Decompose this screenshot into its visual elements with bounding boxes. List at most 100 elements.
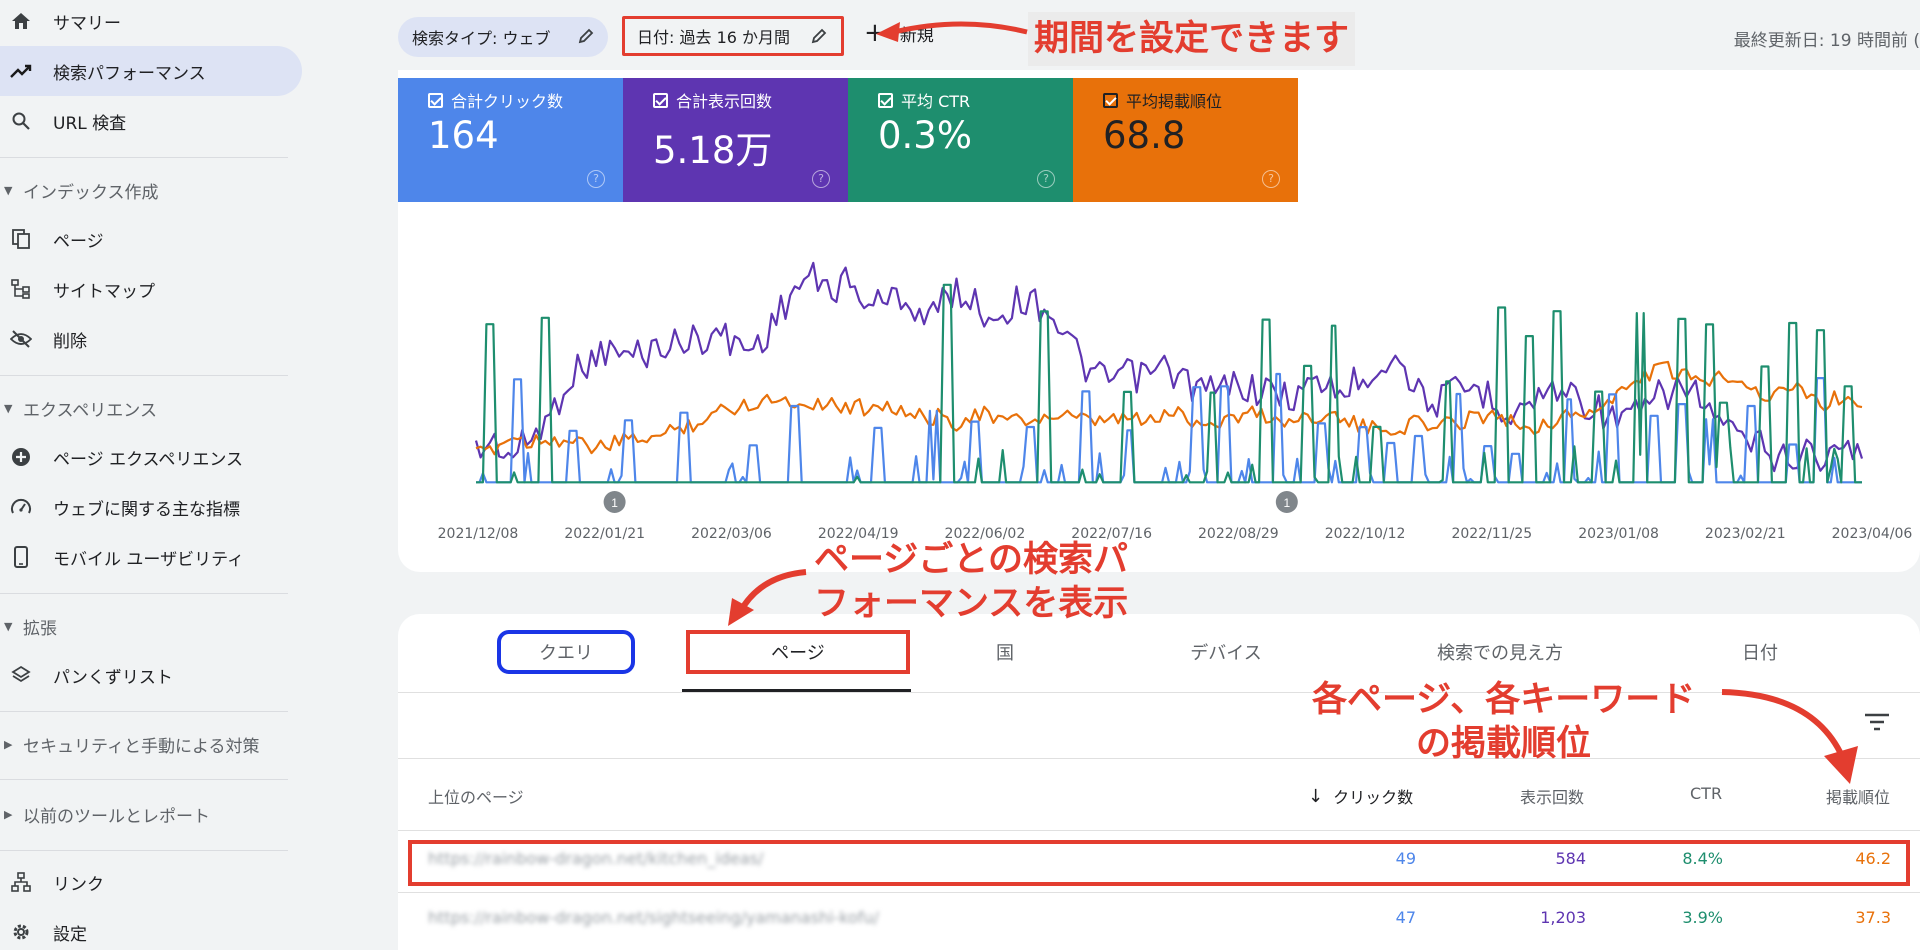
metric-value: 164 <box>428 114 499 157</box>
x-axis-tick-label: 2023/02/21 <box>1705 526 1786 542</box>
layers-icon <box>10 664 32 686</box>
metric-card-total-clicks[interactable]: 合計クリック数 164 ? <box>398 78 623 202</box>
tab-dates[interactable]: 日付 <box>1720 630 1800 674</box>
column-header-ctr[interactable]: CTR <box>1690 784 1722 803</box>
sidebar-section-label: インデックス作成 <box>23 182 159 203</box>
sidebar-item-sitemaps[interactable]: サイトマップ <box>0 264 302 314</box>
sidebar-divider <box>0 711 288 712</box>
edit-pencil-icon <box>578 28 594 48</box>
date-filter-chip[interactable]: 日付: 過去 16 か月間 <box>622 16 844 56</box>
tab-devices[interactable]: デバイス <box>1166 630 1286 674</box>
home-icon <box>10 10 32 32</box>
tab-label: デバイス <box>1190 643 1262 664</box>
column-header-top-pages[interactable]: 上位のページ <box>428 784 524 808</box>
sidebar-item-label: モバイル ユーザビリティ <box>53 549 245 570</box>
caret-right-icon: ▶ <box>4 737 13 751</box>
metric-value: 5.18万 <box>653 129 773 172</box>
help-icon[interactable]: ? <box>812 170 830 188</box>
checkbox-checked-icon[interactable] <box>428 92 443 108</box>
metric-value: 0.3% <box>878 114 972 157</box>
x-axis-tick-label: 2022/10/12 <box>1325 526 1406 542</box>
help-icon[interactable]: ? <box>1037 170 1055 188</box>
help-icon[interactable]: ? <box>1262 170 1280 188</box>
metric-card-average-ctr[interactable]: 平均 CTR 0.3% ? <box>848 78 1073 202</box>
sidebar-item-summary[interactable]: サマリー <box>0 0 302 46</box>
tab-countries[interactable]: 国 <box>960 630 1050 674</box>
tab-label: 検索での見え方 <box>1437 643 1563 664</box>
sidebar-item-pages[interactable]: ページ <box>0 214 302 264</box>
tab-label: ページ <box>771 643 825 664</box>
search-type-filter-chip[interactable]: 検索タイプ: ウェブ <box>398 17 608 57</box>
metric-card-average-position[interactable]: 平均掲載順位 68.8 ? <box>1073 78 1298 202</box>
sidebar-divider <box>0 157 288 158</box>
position-value: 46.2 <box>1855 849 1891 868</box>
metric-label: 平均掲載順位 <box>1126 92 1223 111</box>
date-annotation-arrow <box>872 12 1032 56</box>
x-axis-tick-label: 2022/08/29 <box>1198 526 1279 542</box>
sidebar-item-settings[interactable]: 設定 <box>0 907 302 950</box>
sidebar-item-removals[interactable]: 削除 <box>0 314 302 364</box>
caret-down-icon: ▼ <box>4 619 13 633</box>
gear-icon <box>10 921 32 943</box>
metric-card-total-impressions[interactable]: 合計表示回数 5.18万 ? <box>623 78 848 202</box>
chart-series-line <box>475 360 1863 456</box>
sidebar-item-search-performance[interactable]: 検索パフォーマンス <box>0 46 302 96</box>
date-filter-label: 日付: 過去 16 か月間 <box>637 28 791 47</box>
sidebar-item-core-web-vitals[interactable]: ウェブに関する主な指標 <box>0 482 302 532</box>
sidebar-section-label: 以前のツールとレポート <box>23 806 210 827</box>
sidebar-item-links[interactable]: リンク <box>0 857 302 907</box>
sidebar-item-label: ページ エクスペリエンス <box>53 449 244 470</box>
checkbox-checked-icon[interactable] <box>653 92 668 108</box>
position-value: 37.3 <box>1855 908 1891 927</box>
sidebar-item-label: 検索パフォーマンス <box>53 63 206 84</box>
speed-gauge-icon <box>10 496 32 518</box>
visibility-off-icon <box>10 328 32 350</box>
chart-annotation-label: 1 <box>1283 496 1290 510</box>
x-axis-tick-label: 2022/11/25 <box>1451 526 1532 542</box>
smartphone-icon <box>10 546 32 568</box>
sidebar-divider <box>0 375 288 376</box>
date-annotation-text: 期間を設定できます <box>1028 12 1356 66</box>
ctr-value: 8.4% <box>1682 849 1723 868</box>
sidebar-item-mobile-usability[interactable]: モバイル ユーザビリティ <box>0 532 302 582</box>
sitemap-icon <box>10 278 32 300</box>
table-header-divider <box>398 830 1920 831</box>
table-toolbar-divider <box>398 758 1920 759</box>
chart-annotation-marker[interactable]: 1 <box>1275 491 1298 513</box>
sort-arrow-down-icon: ↓ <box>1308 785 1324 807</box>
rank-annotation-text-1: 各ページ、各キーワード <box>1312 680 1696 720</box>
tab-search-appearance[interactable]: 検索での見え方 <box>1410 630 1590 674</box>
sidebar-divider <box>0 593 288 594</box>
chart-series-line <box>476 372 1862 484</box>
sidebar-item-breadcrumbs[interactable]: パンくずリスト <box>0 650 302 700</box>
tab-pages[interactable]: ページ <box>686 630 910 674</box>
sidebar-item-page-experience[interactable]: ページ エクスペリエンス <box>0 432 302 482</box>
caret-down-icon: ▼ <box>4 401 13 415</box>
page-url[interactable]: https://rainbow-dragon.net/sightseeing/y… <box>428 908 879 927</box>
caret-down-icon: ▼ <box>4 183 13 197</box>
column-header-clicks[interactable]: ↓ クリック数 <box>1308 784 1413 808</box>
sidebar-section-label: エクスペリエンス <box>23 400 157 421</box>
checkbox-checked-icon[interactable] <box>878 92 893 108</box>
sidebar-item-label: 削除 <box>53 331 87 352</box>
sidebar-divider <box>0 779 288 780</box>
sidebar-item-url-inspection[interactable]: URL 検査 <box>0 96 302 146</box>
search-icon <box>10 110 32 132</box>
links-tree-icon <box>10 871 32 893</box>
checkbox-checked-icon[interactable] <box>1103 92 1118 108</box>
help-icon[interactable]: ? <box>587 170 605 188</box>
tab-queries[interactable]: クエリ <box>497 630 635 674</box>
chart-annotation-marker[interactable]: 1 <box>603 491 626 513</box>
sidebar: サマリー 検索パフォーマンス URL 検査 ▼ インデックス作成 ページ サイト… <box>0 0 302 950</box>
pages-icon <box>10 228 32 250</box>
page-url[interactable]: https://rainbow-dragon.net/kitchen_ideas… <box>428 849 763 868</box>
tab-label: クエリ <box>539 643 593 664</box>
x-axis-tick-label: 2023/04/06 <box>1832 526 1913 542</box>
trending-up-icon <box>10 60 32 82</box>
column-header-impressions[interactable]: 表示回数 <box>1520 784 1584 808</box>
metric-label: 合計クリック数 <box>451 92 564 111</box>
performance-line-chart: 1 12021/12/08 2022/01/21 2022/03/06 2022/04/… <box>438 261 1913 542</box>
add-circle-icon <box>10 446 32 468</box>
caret-right-icon: ▶ <box>4 807 13 821</box>
clicks-value: 47 <box>1395 908 1416 927</box>
